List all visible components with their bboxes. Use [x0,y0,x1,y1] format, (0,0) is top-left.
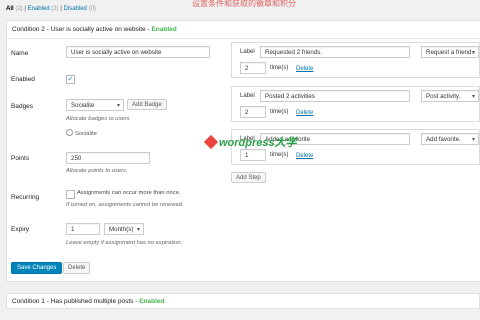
recurring-checkbox-text: Assignments can occur more than once. [77,190,181,196]
badges-hint: Allocate badges to users [66,116,130,122]
badges-label: Badges [11,103,34,110]
name-field[interactable]: User is socially active on website [66,46,210,58]
badge-chip-label: Socialite [75,131,97,137]
step-label-caption: Label [240,93,255,99]
recurring-hint: If turned on, assignments cannot be rene… [66,202,184,208]
points-label: Points [11,155,30,162]
step-count-field[interactable]: 2 [240,62,266,74]
step-delete-link[interactable]: Delete [296,110,313,116]
filter-separator: | [60,6,62,12]
watermark-logo-icon [203,134,219,150]
name-label: Name [11,50,29,57]
watermark-caption: 设置条件和获取的徽章和积分 [192,0,296,8]
expiry-field[interactable]: 1 [66,223,100,235]
badge-circle-icon [66,129,73,136]
recurring-checkbox[interactable] [66,190,75,199]
expiry-label: Expiry [11,226,30,233]
add-badge-button[interactable]: Add Badge [127,99,167,110]
wordpress-watermark: wordpress大学 [203,134,297,150]
badge-select[interactable]: Socialite [66,99,124,111]
status-badge: Enabled [139,298,165,305]
status-filters: All (2) | Enabled (2) | Disabled (0) [6,6,96,12]
status-badge: Enabled [151,26,177,33]
delete-button[interactable]: Delete [63,262,91,274]
step-times-label: time(s) [270,152,289,158]
points-hint: Allocate points to users. [66,168,128,174]
step-delete-link[interactable]: Delete [296,66,313,72]
step-action-select[interactable]: Post activity. [421,90,479,102]
step-label-field[interactable]: Requested 2 friends. [260,46,410,58]
enabled-checkbox[interactable] [66,75,75,84]
add-step-button[interactable]: Add Step [231,172,266,183]
filter-enabled[interactable]: Enabled [28,6,50,12]
watermark-text: wordpress大学 [219,137,297,149]
step-action-select[interactable]: Add favorite. [421,133,479,145]
step-times-label: time(s) [270,109,289,115]
condition-1-panel[interactable]: Condition 1 - Has published multiple pos… [6,293,480,309]
filter-disabled-count: (0) [88,6,96,12]
expiry-hint: Leave empty if assignment has no expirat… [66,240,183,246]
filter-enabled-count: (2) [51,6,59,12]
save-changes-button[interactable]: Save Changes [11,262,63,274]
step-label-caption: Label [240,49,255,55]
filter-separator: | [24,6,26,12]
step-times-label: time(s) [270,65,289,71]
filter-all[interactable]: All [6,6,14,12]
step-count-field[interactable]: 1 [240,149,266,161]
condition-title: Condition 1 - Has published multiple pos… [12,298,134,305]
badge-chip: Socialite [66,129,97,137]
condition-title: Condition 2 - User is socially active on… [12,26,146,33]
enabled-label: Enabled [11,76,35,83]
recurring-label: Recurring [11,194,40,201]
step-action-select[interactable]: Request a friend. [421,46,479,58]
step-delete-link[interactable]: Delete [296,153,313,159]
step-item: Label Posted 2 activities Post activity.… [231,86,480,122]
expiry-unit-select[interactable]: Month(s) [104,223,144,235]
filter-all-count: (2) [15,6,23,12]
step-count-field[interactable]: 2 [240,106,266,118]
filter-disabled[interactable]: Disabled [64,6,87,12]
step-item: Label Requested 2 friends. Request a fri… [231,42,480,78]
points-field[interactable]: 250 [66,152,150,164]
condition-2-header[interactable]: Condition 2 - User is socially active on… [7,21,480,39]
step-label-field[interactable]: Posted 2 activities [260,90,410,102]
